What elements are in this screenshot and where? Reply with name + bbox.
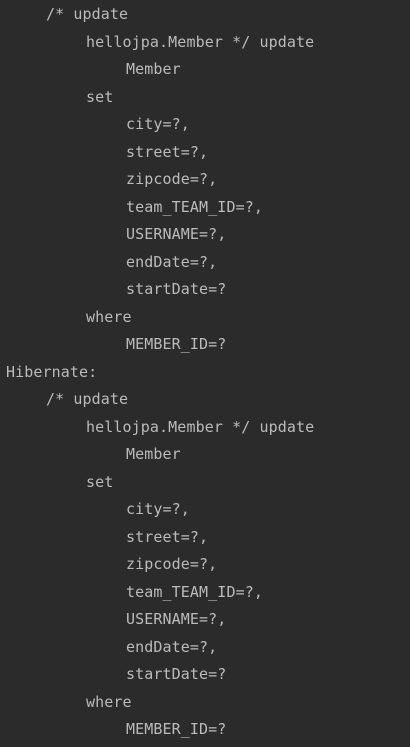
console-line: USERNAME=?, <box>126 225 227 243</box>
console-line: Hibernate: <box>6 362 98 381</box>
console-line: where <box>86 692 132 711</box>
console-line: Member <box>126 60 181 78</box>
console-output[interactable]: /* update hellojpa.Member */ update Memb… <box>0 0 410 747</box>
console-line: MEMBER_ID=? <box>126 720 227 738</box>
console-line: hellojpa.Member */ update <box>86 32 315 51</box>
console-line: /* update <box>46 5 129 23</box>
console-line: /* update <box>46 390 129 408</box>
console-line: where <box>86 307 132 326</box>
console-line: MEMBER_ID=? <box>126 335 227 353</box>
console-line: hellojpa.Member */ update <box>86 417 315 436</box>
console-line: startDate=? <box>126 665 227 683</box>
console-line: team_TEAM_ID=?, <box>126 582 263 601</box>
console-line: zipcode=?, <box>126 170 218 188</box>
console-line: USERNAME=?, <box>126 610 227 628</box>
console-line: endDate=?, <box>126 252 218 271</box>
console-line: zipcode=?, <box>126 555 218 573</box>
console-line: Member <box>126 445 181 463</box>
console-line: street=?, <box>126 142 209 161</box>
console-line: city=?, <box>126 115 190 133</box>
console-line: set <box>86 472 114 491</box>
console-line: set <box>86 87 114 106</box>
console-line: city=?, <box>126 500 190 518</box>
console-line: startDate=? <box>126 280 227 298</box>
console-line: street=?, <box>126 527 209 546</box>
console-line: team_TEAM_ID=?, <box>126 197 263 216</box>
console-line: endDate=?, <box>126 637 218 656</box>
